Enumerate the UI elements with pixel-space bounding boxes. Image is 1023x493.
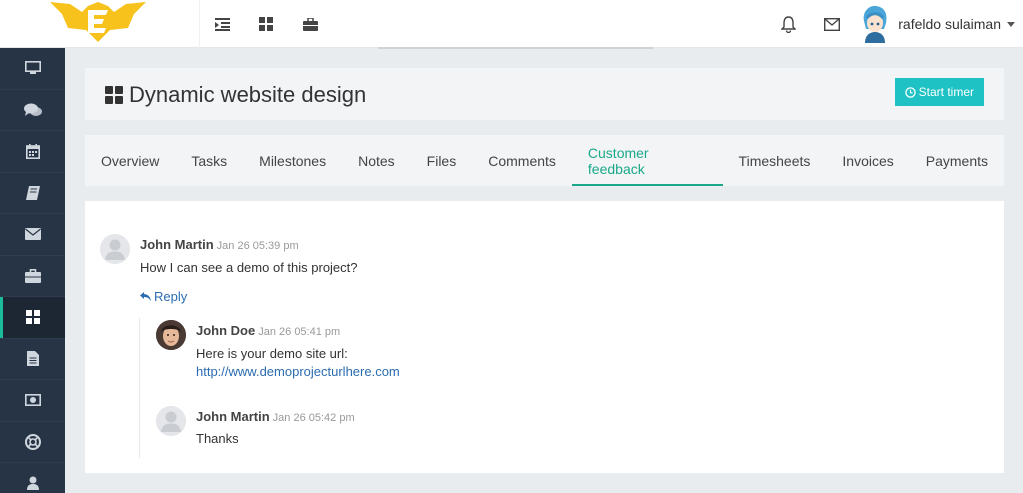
chevron-down-icon [1007, 21, 1015, 27]
sidebar-item-support[interactable] [0, 422, 65, 463]
avatar [863, 5, 887, 43]
comment-text: How I can see a demo of this project? [140, 260, 358, 275]
dashboard-icon [105, 86, 123, 104]
mail-icon[interactable] [810, 0, 854, 48]
start-timer-label: Start timer [918, 85, 974, 99]
tab-payments[interactable]: Payments [910, 135, 1004, 186]
start-timer-button[interactable]: Start timer [894, 78, 984, 106]
user-icon [26, 476, 39, 491]
tab-timesheets[interactable]: Timesheets [723, 135, 827, 186]
reply-icon [140, 292, 151, 301]
tab-tasks[interactable]: Tasks [175, 135, 243, 186]
comment-header: John Doe Jan 26 05:41 pm [196, 322, 340, 340]
money-icon [24, 394, 41, 407]
menu-toggle-icon[interactable] [200, 0, 244, 48]
bell-icon[interactable] [766, 0, 810, 48]
sidebar-item-chat[interactable] [0, 90, 65, 131]
comment-header: John Martin Jan 26 05:39 pm [140, 236, 299, 254]
sidebar-item-book[interactable] [0, 173, 65, 214]
comment-time: Jan 26 05:39 pm [216, 240, 299, 252]
project-title: Dynamic website design [129, 82, 367, 107]
book-icon [25, 185, 40, 200]
comment-text: Thanks [196, 431, 239, 446]
user-name: rafeldo sulaiman [898, 16, 1001, 32]
comment-author: John Martin [196, 409, 270, 424]
tab-notes[interactable]: Notes [342, 135, 411, 186]
briefcase-icon [24, 268, 41, 283]
user-menu[interactable]: rafeldo sulaiman [854, 5, 1023, 43]
demo-url-link[interactable]: http://www.demoprojecturlhere.com [196, 364, 400, 379]
sidebar-item-user[interactable] [0, 463, 65, 493]
project-tabs: Overview Tasks Milestones Notes Files Co… [85, 135, 1004, 186]
avatar [156, 320, 186, 350]
comment-time: Jan 26 05:42 pm [272, 412, 355, 424]
comment-text: Here is your demo site url: [196, 346, 348, 361]
project-header: Dynamic website design Start timer [85, 68, 1004, 120]
dashboard-icon [25, 310, 40, 325]
apps-grid-icon[interactable] [244, 0, 288, 48]
briefcase-icon[interactable] [288, 0, 332, 48]
clock-icon [904, 86, 916, 98]
tab-invoices[interactable]: Invoices [826, 135, 909, 186]
comment-time: Jan 26 05:41 pm [258, 326, 341, 338]
page-title: Dynamic website design [105, 82, 366, 108]
chat-icon [23, 103, 42, 116]
tab-customer-feedback[interactable]: Customer feedback [571, 135, 723, 186]
comment-author: John Doe [196, 323, 256, 338]
sidebar-item-projects-briefcase[interactable] [0, 256, 65, 297]
file-icon [26, 351, 39, 367]
sidebar-item-calendar[interactable] [0, 131, 65, 173]
sidebar-item-file[interactable] [0, 339, 65, 380]
support-icon [24, 433, 41, 450]
feedback-panel: John Martin Jan 26 05:39 pm How I can see… [85, 201, 1004, 473]
sidebar-item-desktop[interactable] [0, 48, 65, 90]
logo-icon [50, 2, 146, 42]
tab-overview[interactable]: Overview [85, 135, 175, 186]
reply-label: Reply [154, 289, 188, 304]
brand[interactable] [0, 0, 200, 48]
tab-files[interactable]: Files [411, 135, 473, 186]
sidebar-item-money[interactable] [0, 380, 65, 422]
avatar [156, 406, 186, 436]
comment-author: John Martin [140, 237, 214, 252]
thread-line [139, 318, 140, 458]
sidebar [0, 48, 65, 493]
comment-header: John Martin Jan 26 05:42 pm [196, 408, 355, 426]
envelope-icon [24, 228, 41, 241]
divider [378, 47, 653, 49]
avatar [100, 234, 130, 264]
sidebar-item-mail[interactable] [0, 214, 65, 256]
sidebar-item-dashboard[interactable] [0, 297, 65, 339]
top-bar: rafeldo sulaiman [0, 0, 1023, 49]
reply-button[interactable]: Reply [140, 289, 187, 304]
calendar-icon [25, 143, 40, 159]
tab-milestones[interactable]: Milestones [243, 135, 342, 186]
tab-comments[interactable]: Comments [472, 135, 572, 186]
desktop-icon [24, 61, 41, 75]
